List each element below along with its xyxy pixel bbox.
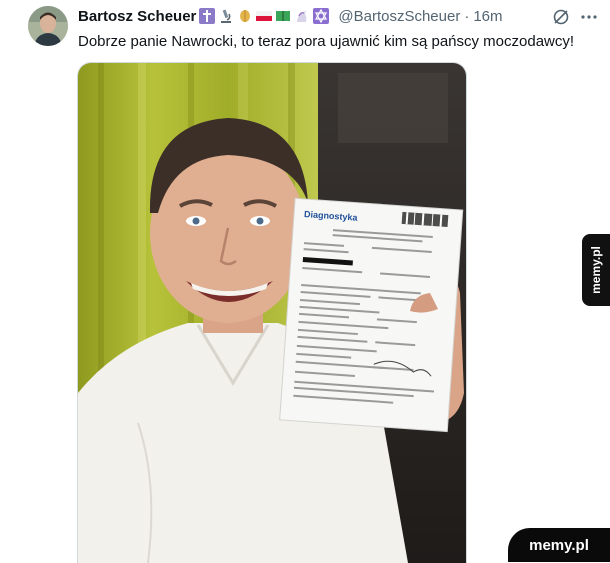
unicorn-emoji bbox=[294, 8, 310, 24]
wheat-emoji bbox=[237, 8, 253, 24]
separator-dot: · bbox=[464, 7, 470, 25]
timestamp[interactable]: 16m bbox=[473, 8, 502, 25]
more-options-icon[interactable] bbox=[580, 8, 598, 26]
avatar[interactable] bbox=[28, 6, 68, 46]
tweet-photo[interactable]: Diagnostyka bbox=[77, 62, 467, 563]
memy-side-watermark: memy.pl bbox=[582, 234, 610, 306]
handle[interactable]: @BartoszScheuer bbox=[338, 8, 460, 25]
tweet-header: Bartosz Scheuer @BartoszScheuer · 16m bbox=[78, 6, 503, 26]
display-name[interactable]: Bartosz Scheuer bbox=[78, 8, 196, 25]
cross-emoji bbox=[199, 8, 216, 24]
microscope-emoji bbox=[218, 8, 234, 24]
name-emojis bbox=[199, 8, 332, 24]
book-emoji bbox=[275, 8, 291, 24]
tweet-text: Dobrze panie Nawrocki, to teraz pora uja… bbox=[78, 33, 575, 50]
star-of-david-emoji bbox=[313, 8, 330, 24]
poland-flag-emoji bbox=[256, 8, 273, 24]
memy-corner-watermark: memy.pl bbox=[508, 528, 610, 562]
tweet[interactable]: Bartosz Scheuer @BartoszScheuer · 16m Do… bbox=[0, 0, 610, 563]
photo-man-holding-test-result: Diagnostyka bbox=[78, 63, 466, 563]
grok-icon[interactable] bbox=[552, 8, 570, 26]
avatar-image bbox=[28, 6, 68, 46]
side-watermark-text: memy.pl bbox=[589, 246, 604, 294]
